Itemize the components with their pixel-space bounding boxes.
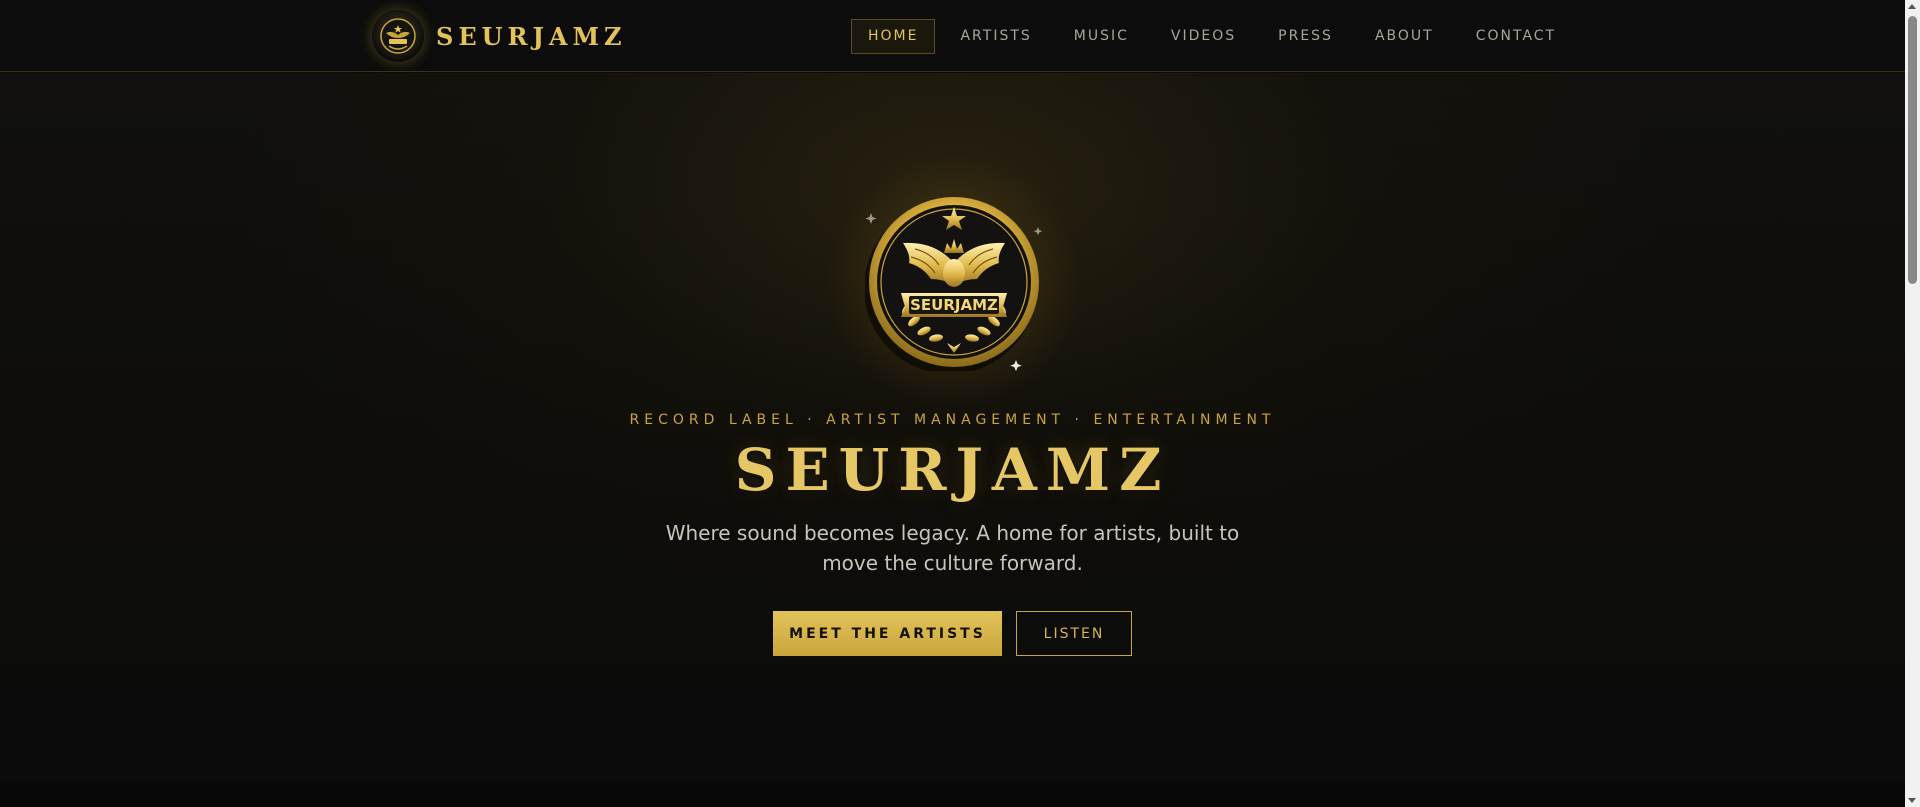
nav-item-contact[interactable]: CONTACT: [1459, 19, 1573, 54]
hero-title: SEURJAMZ: [734, 436, 1171, 504]
scroll-up-arrow-icon[interactable]: [1908, 4, 1916, 9]
listen-button[interactable]: LISTEN: [1016, 611, 1132, 656]
eagle-crest-icon: SEURJAMZ: [865, 197, 1043, 371]
nav-item-music[interactable]: MUSIC: [1057, 19, 1146, 54]
scroll-thumb[interactable]: [1908, 16, 1917, 284]
scroll-down-arrow-icon[interactable]: [1908, 798, 1916, 803]
emblem-text: SEURJAMZ: [910, 296, 998, 314]
meet-the-artists-button[interactable]: MEET THE ARTISTS: [773, 611, 1002, 656]
top-nav-bar: SEURJAMZ HOME ARTISTS MUSIC VIDEOS PRESS…: [0, 0, 1905, 72]
label-emblem: SEURJAMZ: [825, 153, 1083, 411]
nav-item-artists[interactable]: ARTISTS: [943, 19, 1048, 54]
next-section-edge: [0, 783, 1905, 807]
brand-home-link[interactable]: SEURJAMZ: [372, 10, 627, 62]
page-scrollbar[interactable]: [1905, 0, 1920, 807]
nav-item-videos[interactable]: VIDEOS: [1154, 19, 1253, 54]
brand-logo-icon: [372, 10, 424, 62]
brand-name: SEURJAMZ: [436, 21, 627, 51]
nav-item-about[interactable]: ABOUT: [1358, 19, 1451, 54]
hero-subtitle: Where sound becomes legacy. A home for a…: [665, 521, 1240, 575]
hero-tagline: RECORD LABEL · ARTIST MANAGEMENT · ENTER…: [629, 412, 1276, 428]
nav-item-home[interactable]: HOME: [851, 19, 936, 54]
main-menu: HOME ARTISTS MUSIC VIDEOS PRESS ABOUT CO…: [851, 19, 1581, 54]
nav-item-press[interactable]: PRESS: [1261, 19, 1350, 54]
